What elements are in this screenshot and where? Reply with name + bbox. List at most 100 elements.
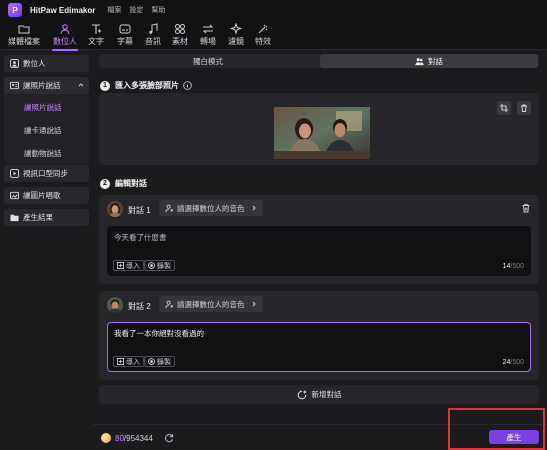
assets-grid-icon xyxy=(175,24,185,34)
tool-audio[interactable]: 音訊 xyxy=(142,22,164,49)
step2-heading: 2 編輯對話 xyxy=(100,178,147,189)
sidebar-item-label: 讓圖片唱歌 xyxy=(23,191,61,200)
voice-select-button[interactable]: 請選擇數位人的音色 xyxy=(159,200,263,216)
sidebar-item-digital-human[interactable]: 數位人 xyxy=(4,55,89,72)
tool-subtitle[interactable]: 字幕 xyxy=(114,22,136,49)
tool-digital-human-label: 數位人 xyxy=(53,37,77,46)
menu-help[interactable]: 幫助 xyxy=(151,5,165,15)
dialog-label: 對話 2 xyxy=(128,302,151,311)
sidebar-item-label: 視訊口型同步 xyxy=(23,169,68,178)
add-dialog-button[interactable]: 新增對話 xyxy=(99,385,539,404)
tool-assets[interactable]: 素材 xyxy=(169,22,191,49)
add-voice-icon xyxy=(165,204,174,212)
tab-dialogue[interactable]: 對話 xyxy=(320,54,538,68)
import-icon xyxy=(117,262,124,269)
avatar-woman-image xyxy=(107,201,123,217)
add-dialog-icon xyxy=(297,390,306,399)
avatar[interactable] xyxy=(107,297,123,313)
tool-text[interactable]: 文字 xyxy=(86,22,106,49)
tool-effects[interactable]: 特效 xyxy=(252,22,274,49)
char-counter: 14/500 xyxy=(503,263,524,270)
import-button[interactable]: 導入 xyxy=(113,356,144,367)
media-folder-icon xyxy=(18,25,30,34)
import-label: 導入 xyxy=(126,262,140,270)
tool-transition[interactable]: 轉場 xyxy=(197,22,219,49)
voice-select-button[interactable]: 請選擇數位人的音色 xyxy=(159,296,263,312)
sidebar-item-label: 讓照片說話 xyxy=(23,81,61,90)
main-panel: 獨白模式 對話 1 匯入多張臉部照片 2 編輯對話 對話 1 請選擇數位人的音色… xyxy=(96,51,542,405)
tab-dialogue-label: 對話 xyxy=(428,56,443,66)
app-title: HitPaw Edimakor xyxy=(30,5,96,15)
add-dialog-label: 新增對話 xyxy=(311,390,342,399)
delete-photo-button[interactable] xyxy=(517,101,531,115)
dialog-text[interactable]: 今天看了什麽書 xyxy=(114,232,167,243)
dialog-text[interactable]: 我看了一本你絕對沒看過的 xyxy=(114,328,204,339)
import-button[interactable]: 導入 xyxy=(113,260,144,271)
tool-transition-label: 轉場 xyxy=(200,37,216,46)
video-lipsync-icon xyxy=(10,169,19,178)
transition-arrows-icon xyxy=(202,24,214,34)
sidebar-subitem-photo-talk[interactable]: 讓照片說話 xyxy=(24,102,62,113)
record-icon xyxy=(148,262,155,269)
sidebar-item-image-sing[interactable]: 讓圖片唱歌 xyxy=(4,187,89,204)
app-logo-icon: P xyxy=(8,3,22,17)
sidebar: 數位人 讓照片說話 讓照片說話 讓卡通說話 讓動物說話 視訊口型同步 讓圖片唱歌… xyxy=(0,51,93,450)
dialog-label: 對話 1 xyxy=(128,206,151,215)
music-note-icon xyxy=(149,23,158,34)
tool-subtitle-label: 字幕 xyxy=(117,37,133,46)
tool-assets-label: 素材 xyxy=(172,37,188,46)
sidebar-item-label: 數位人 xyxy=(23,59,46,68)
step1-number: 1 xyxy=(100,80,110,91)
import-icon xyxy=(117,358,124,365)
info-icon[interactable] xyxy=(183,81,192,90)
sidebar-subitem-cartoon-talk[interactable]: 讓卡通說話 xyxy=(24,125,62,136)
dialog-text-input[interactable]: 今天看了什麽書 導入 錄製 14/500 xyxy=(107,226,531,276)
photo-thumbnail xyxy=(274,107,370,159)
uploaded-photo[interactable] xyxy=(274,107,370,159)
menu-settings[interactable]: 設定 xyxy=(129,5,143,15)
add-voice-icon xyxy=(165,300,174,308)
refresh-icon[interactable] xyxy=(164,433,174,443)
effects-icon xyxy=(258,24,268,34)
record-label: 錄製 xyxy=(157,358,171,366)
step2-title: 編輯對話 xyxy=(115,179,147,188)
delete-dialog-icon[interactable] xyxy=(521,203,531,213)
tool-text-label: 文字 xyxy=(88,37,104,46)
chevron-up-icon xyxy=(78,83,84,87)
char-max: /500 xyxy=(510,359,524,366)
subtitle-icon xyxy=(119,24,131,34)
menu-file[interactable]: 檔案 xyxy=(107,5,121,15)
tool-filter-label: 濾鏡 xyxy=(228,37,244,46)
tool-digital-human[interactable]: 數位人 xyxy=(48,22,82,51)
credits-counter: 80/954344 xyxy=(115,434,153,443)
import-label: 導入 xyxy=(126,358,140,366)
title-bar: P HitPaw Edimakor 檔案 設定 幫助 xyxy=(0,0,547,20)
tool-media[interactable]: 媒體檔案 xyxy=(6,22,42,49)
tool-filter[interactable]: 濾鏡 xyxy=(225,22,247,49)
sidebar-item-video-lipsync[interactable]: 視訊口型同步 xyxy=(4,165,89,182)
tab-monologue-label: 獨白模式 xyxy=(193,56,223,66)
tab-monologue[interactable]: 獨白模式 xyxy=(99,54,317,68)
step2-number: 2 xyxy=(100,178,110,189)
sidebar-item-results[interactable]: 產生結果 xyxy=(4,209,89,226)
dialog-text-input[interactable]: 我看了一本你絕對沒看過的 導入 錄製 24/500 xyxy=(107,322,531,372)
char-counter: 24/500 xyxy=(503,359,524,366)
crop-button[interactable] xyxy=(497,101,511,115)
trash-icon xyxy=(521,104,527,112)
avatar[interactable] xyxy=(107,201,123,217)
credits-total: /954344 xyxy=(123,434,153,443)
dialog-card-2: 對話 2 請選擇數位人的音色 我看了一本你絕對沒看過的 導入 錄製 24/500 xyxy=(99,291,539,380)
avatar-man-image xyxy=(107,297,123,313)
person-icon xyxy=(10,59,19,68)
char-max: /500 xyxy=(510,263,524,270)
record-button[interactable]: 錄製 xyxy=(144,356,175,367)
voice-select-label: 請選擇數位人的音色 xyxy=(177,203,245,213)
generate-button[interactable]: 產生 xyxy=(489,430,539,444)
sidebar-subitem-animal-talk[interactable]: 讓動物說話 xyxy=(24,148,62,159)
record-button[interactable]: 錄製 xyxy=(144,260,175,271)
record-icon xyxy=(148,358,155,365)
chevron-right-icon xyxy=(252,205,256,211)
sidebar-item-photo-talk[interactable]: 讓照片說話 xyxy=(4,77,89,94)
tool-media-label: 媒體檔案 xyxy=(8,37,40,46)
photo-upload-panel[interactable] xyxy=(99,93,539,165)
